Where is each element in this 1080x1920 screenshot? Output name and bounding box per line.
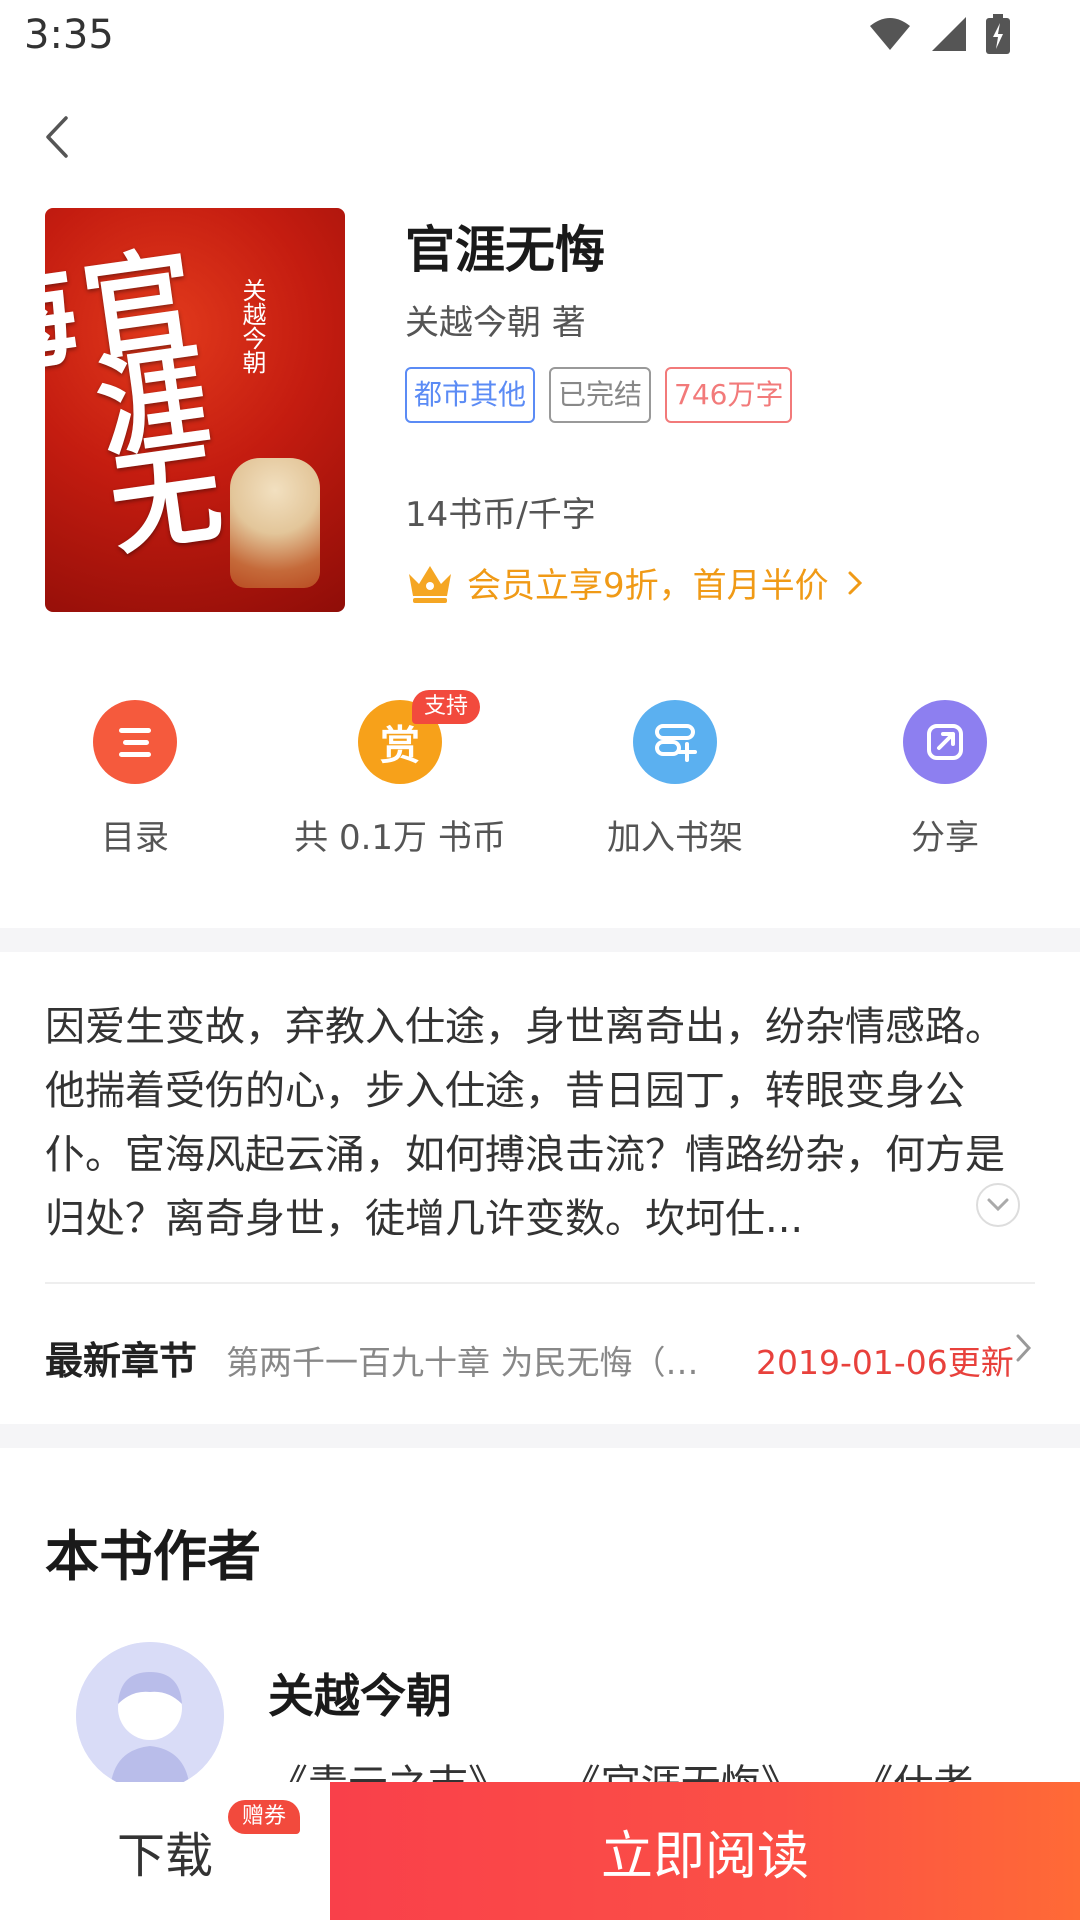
cover-title: 官涯无悔	[45, 239, 226, 549]
share-action[interactable]: 分享	[835, 700, 1055, 859]
expand-description-button[interactable]	[976, 1183, 1020, 1227]
latest-chapter-date: 2019-01-06更新	[756, 1343, 1014, 1382]
book-description[interactable]: 因爱生变故，弃教入仕途，身世离奇出，纷杂情感路。他揣着受伤的心，步入仕途，昔日园…	[45, 995, 1035, 1251]
support-badge: 支持	[412, 690, 481, 724]
cover-author: 关越今朝	[238, 278, 266, 374]
reward-action[interactable]: 赏 共 0.1万 书币	[290, 700, 510, 859]
book-tags: 都市其他 已完结 746万字	[405, 367, 793, 423]
author-section-heading: 本书作者	[45, 1525, 261, 1588]
latest-chapter-title[interactable]: 第两千一百九十章 为民无悔（…	[226, 1336, 726, 1384]
book-author[interactable]: 关越今朝 著	[405, 295, 586, 344]
bookshelf-action[interactable]: 加入书架	[565, 700, 785, 859]
book-cover[interactable]: 官涯无悔 关越今朝	[45, 208, 345, 612]
vip-offer-text: 会员立享9折，首月半价	[467, 566, 829, 606]
status-time: 3:35	[24, 12, 114, 58]
status-icons	[868, 14, 1010, 54]
battery-icon	[986, 14, 1010, 54]
chevron-left-icon	[46, 116, 68, 158]
tag-category[interactable]: 都市其他	[405, 367, 536, 423]
tag-word-count: 746万字	[665, 367, 793, 423]
chevron-down-icon	[987, 1198, 1009, 1212]
download-label: 下载	[116, 1828, 213, 1884]
author-avatar[interactable]	[76, 1642, 224, 1790]
list-icon	[93, 700, 177, 784]
reward-label: 共 0.1万 书币	[294, 818, 506, 858]
share-label: 分享	[911, 818, 979, 858]
read-now-button[interactable]: 立即阅读	[330, 1782, 1080, 1920]
latest-chapter-chevron[interactable]	[1015, 1332, 1033, 1373]
add-bookshelf-icon	[633, 700, 717, 784]
section-divider	[0, 928, 1080, 952]
signal-icon	[932, 17, 966, 51]
bookshelf-label: 加入书架	[607, 818, 743, 858]
book-title: 官涯无悔	[405, 221, 605, 279]
crown-icon	[409, 565, 451, 603]
section-divider	[0, 1424, 1080, 1448]
chevron-right-icon	[848, 571, 862, 594]
latest-chapter-label: 最新章节	[45, 1339, 198, 1383]
divider	[45, 1282, 1035, 1284]
cover-seal-image	[230, 458, 320, 588]
book-price: 14书币/千字	[405, 495, 596, 535]
read-now-label: 立即阅读	[600, 1826, 809, 1887]
catalog-action[interactable]: 目录	[25, 700, 245, 859]
gift-coupon-badge: 赠券	[228, 1800, 301, 1834]
tag-status: 已完结	[549, 367, 652, 423]
wifi-icon	[870, 18, 910, 50]
vip-offer-link[interactable]: 会员立享9折，首月半价	[405, 558, 863, 607]
back-button[interactable]	[38, 112, 78, 162]
avatar-icon	[76, 1642, 224, 1790]
author-name[interactable]: 关越今朝	[268, 1660, 452, 1726]
share-icon	[903, 700, 987, 784]
catalog-label: 目录	[101, 818, 169, 858]
chevron-right-icon	[1016, 1334, 1032, 1362]
